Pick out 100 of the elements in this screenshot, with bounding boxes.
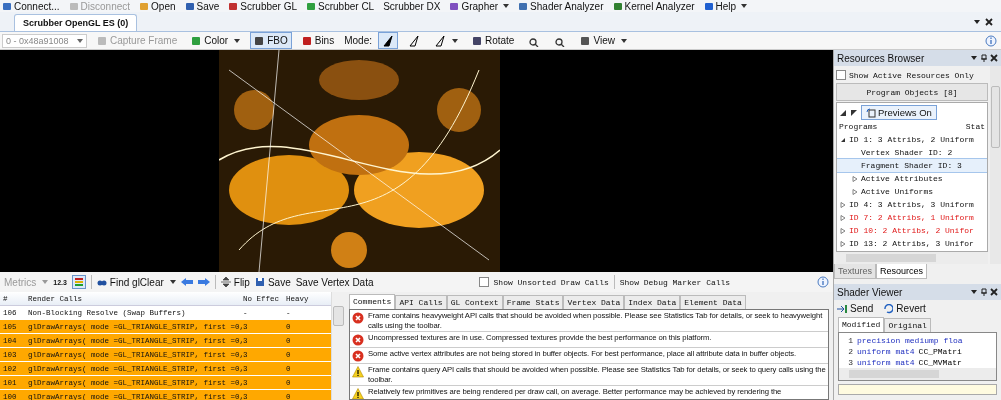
preview-icon [866, 107, 876, 118]
close-icon[interactable] [990, 54, 998, 62]
caret-icon[interactable] [973, 18, 981, 26]
flip-button[interactable]: Flip [220, 276, 250, 288]
tab[interactable]: Index Data [624, 295, 681, 309]
tree-item[interactable]: ID 13: 2 Attribs, 3 Unifor [849, 239, 974, 248]
toolbar-button[interactable]: Scrubber DX [383, 0, 441, 12]
code-text: CC_MVMatr [918, 358, 962, 367]
column-header[interactable]: Stat [965, 122, 985, 133]
close-icon[interactable] [990, 288, 998, 296]
toolbar-button[interactable]: View [576, 32, 631, 49]
panel-title: Shader Viewer [837, 286, 904, 298]
warning-icon [352, 366, 364, 378]
pin-icon[interactable] [980, 54, 988, 62]
tool-icon [703, 1, 714, 11]
tool-icon [97, 35, 107, 46]
tree-item[interactable]: ID 1: 3 Attribs, 2 Uniform [849, 135, 974, 144]
tab[interactable]: Textures [834, 264, 876, 279]
tab[interactable]: API Calls [395, 295, 447, 309]
tool-icon [612, 1, 623, 11]
left-arrow-icon[interactable] [180, 278, 193, 286]
toolbar-button[interactable]: Kernel Analyzer [612, 0, 695, 12]
checkbox-label: Show Unsorted Draw Calls [493, 277, 609, 287]
mode-button[interactable] [377, 32, 398, 49]
line-number: 2 [847, 347, 853, 356]
code-text: CC_PMatri [918, 347, 962, 356]
code-text: uniform mat4 [857, 358, 915, 367]
program-objects-button[interactable]: Program Objects [8] [836, 83, 988, 101]
close-icon[interactable] [985, 18, 993, 26]
caret-icon [503, 4, 510, 8]
tab[interactable]: GL Context [446, 295, 503, 309]
tool-icon [68, 1, 79, 11]
cursor-icon [433, 34, 446, 47]
error-icon [352, 312, 364, 324]
bars-icon[interactable] [71, 275, 86, 289]
toolbar-button[interactable]: Save [184, 0, 220, 12]
expand-icon[interactable] [850, 108, 858, 117]
tool-icon [228, 1, 239, 11]
toolbar-button[interactable]: Grapher [449, 0, 510, 12]
tool-icon [580, 35, 591, 46]
toolbar-button[interactable]: Scrubber GL [228, 0, 298, 12]
toolbar-button[interactable]: Bins [297, 32, 339, 49]
cursor-icon [407, 34, 420, 47]
save-button[interactable]: Save [254, 276, 291, 288]
tab[interactable]: Frame Stats [502, 295, 564, 309]
find-button[interactable]: Find glClear [96, 276, 176, 288]
scrollbar[interactable] [990, 66, 1001, 264]
tool-icon [518, 1, 529, 11]
toolbar-button[interactable]: Open [139, 0, 176, 12]
tool-icon [139, 1, 150, 11]
scrollbar[interactable] [331, 292, 345, 400]
info-icon[interactable] [817, 276, 829, 288]
toolbar-button[interactable]: FBO [250, 32, 292, 49]
frame-dropdown[interactable]: 0 - 0x48a91008 [2, 33, 87, 48]
tree-item[interactable]: ID 10: 2 Attribs, 2 Unifor [849, 226, 974, 235]
cursor-icon [381, 34, 394, 47]
tool-icon [306, 1, 317, 11]
toolbar-button[interactable]: Color [187, 32, 245, 49]
tree-item[interactable]: Active Uniforms [861, 187, 933, 196]
toolbar-button[interactable]: Connect... [2, 0, 60, 12]
tab[interactable]: Element Data [680, 295, 746, 309]
caret-icon [42, 280, 49, 284]
caret-icon[interactable] [970, 54, 978, 62]
checkbox-label: Show Active Resources Only [849, 70, 974, 80]
previews-button[interactable]: Previews On [861, 105, 937, 120]
toolbar-button[interactable]: Rotate [467, 32, 519, 49]
input-field[interactable] [838, 384, 997, 395]
tree-item[interactable]: ID 7: 2 Attribs, 1 Uniform [849, 213, 974, 222]
caret-icon[interactable] [970, 288, 978, 296]
tab[interactable]: Vertex Data [563, 295, 625, 309]
error-icon [352, 350, 364, 362]
pin-icon[interactable] [980, 288, 988, 296]
tree-item[interactable]: Vertex Shader ID: 2 [861, 148, 953, 157]
tool-icon [191, 35, 202, 46]
checkbox[interactable] [478, 277, 489, 287]
scrollbar[interactable] [839, 368, 996, 380]
checkbox[interactable] [836, 70, 846, 80]
caret-icon [741, 4, 748, 8]
save-vertex-button[interactable]: Save Vertex Data [295, 276, 374, 288]
tab[interactable]: Comments [349, 294, 396, 309]
collapse-icon[interactable] [839, 108, 847, 117]
scrollbar[interactable] [836, 252, 988, 264]
right-arrow-icon[interactable] [197, 278, 210, 286]
toolbar-button[interactable]: Help [703, 0, 748, 12]
toolbar-button[interactable]: Scrubber CL [306, 0, 375, 12]
expander-icon[interactable] [840, 136, 846, 143]
warning-icon [352, 388, 364, 399]
tab[interactable]: Modified [838, 317, 885, 332]
toolbar-button[interactable]: Shader Analyzer [518, 0, 604, 12]
tab[interactable]: Original [884, 318, 931, 332]
tab[interactable]: Resources [876, 264, 928, 279]
tree-item[interactable]: ID 4: 3 Attribs, 3 Uniform [849, 200, 974, 209]
revert-button[interactable]: Revert [883, 303, 926, 314]
send-button[interactable]: Send [837, 303, 874, 314]
info-icon[interactable] [985, 34, 997, 47]
floppy-icon [254, 277, 265, 287]
debug-marker-button[interactable]: Show Debug Marker Calls [619, 277, 731, 287]
tree-item[interactable]: Active Attributes [861, 174, 943, 183]
document-tab[interactable]: Scrubber OpenGL ES (0) [14, 14, 138, 31]
column-header[interactable]: Programs [839, 122, 878, 133]
